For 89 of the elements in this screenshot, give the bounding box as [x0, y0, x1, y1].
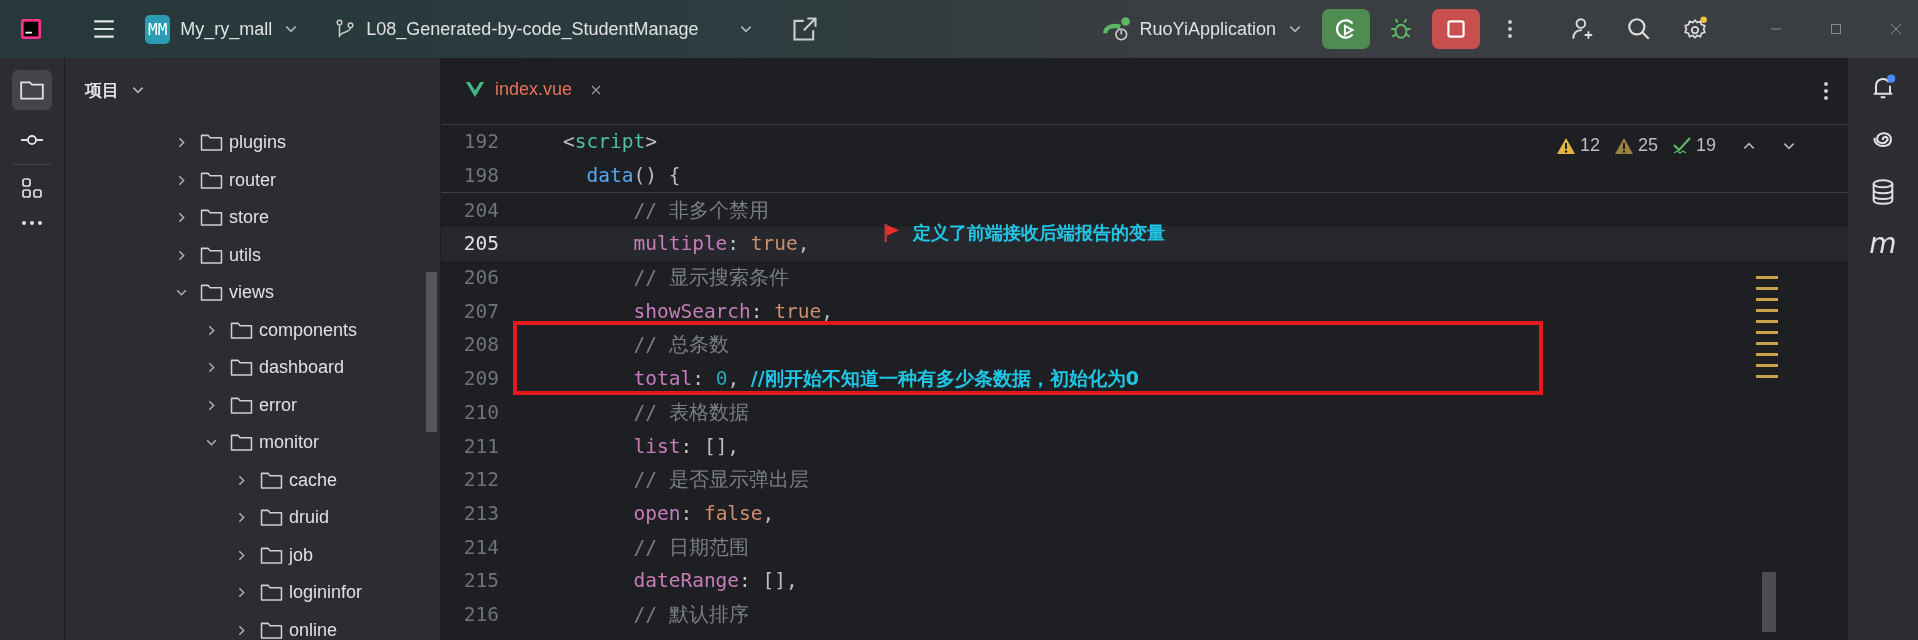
inspection-count[interactable]: 19 [1671, 135, 1716, 156]
line-number: 192 [462, 130, 499, 154]
code-line: open: false, [633, 501, 775, 525]
folder-icon [200, 133, 223, 153]
code-line: // 表格数据 [633, 399, 749, 426]
code-line: total: 0, //刚开始不知道一种有多少条数据，初始化为0 [633, 365, 1139, 392]
branch-name[interactable]: L08_Generated-by-code_StudentManage [366, 18, 699, 40]
maximize-icon[interactable] [1828, 21, 1844, 37]
app-logo-icon[interactable] [20, 18, 42, 40]
run-config-name[interactable]: RuoYiApplication [1139, 18, 1276, 40]
line-number: 213 [462, 501, 499, 525]
bug-icon[interactable] [1388, 16, 1414, 42]
tree-item[interactable]: router [229, 169, 277, 191]
tree-item[interactable]: utils [229, 244, 261, 266]
folder-icon [230, 358, 253, 378]
structure-icon[interactable] [20, 177, 44, 201]
folder-icon [260, 620, 283, 640]
folder-icon [200, 245, 223, 265]
tree-item[interactable]: store [229, 207, 270, 229]
folder-icon [260, 583, 283, 603]
warning-icon [1555, 136, 1576, 155]
project-badge: MM [145, 14, 171, 44]
close-icon[interactable] [590, 83, 603, 96]
run-config-icon [1101, 16, 1132, 42]
tree-item[interactable]: monitor [259, 432, 320, 454]
scrollbar-thumb[interactable] [426, 272, 437, 432]
line-number: 209 [462, 367, 499, 391]
tree-item[interactable]: plugins [229, 132, 287, 154]
code-line: // 是否显示弹出层 [633, 467, 809, 494]
tree-item[interactable]: logininfor [289, 582, 363, 604]
code-line: // 默认排序 [633, 601, 749, 628]
rerun-button[interactable] [1322, 9, 1370, 49]
tree-item[interactable]: error [259, 394, 297, 416]
code-line: showSearch: true, [633, 299, 834, 323]
code-line: dateRange: [], [633, 569, 798, 593]
tree-item[interactable]: dashboard [259, 357, 345, 379]
vue-file-icon [465, 81, 485, 98]
search-icon[interactable] [1626, 16, 1652, 42]
line-number: 215 [462, 569, 499, 593]
panel-title[interactable]: 项目 [85, 78, 119, 102]
code-line: list: [], [633, 434, 740, 458]
project-name[interactable]: My_ry_mall [180, 18, 273, 40]
line-number: 204 [462, 198, 499, 222]
file-tab[interactable]: index.vue [457, 58, 611, 124]
folder-icon [230, 433, 253, 453]
line-number: 207 [462, 299, 499, 323]
line-number: 208 [462, 333, 499, 357]
folder-icon [260, 508, 283, 528]
warning-icon [1613, 136, 1634, 155]
line-number: 198 [462, 164, 499, 188]
inspection-count[interactable]: 25 [1613, 135, 1658, 156]
tree-item[interactable]: druid [289, 507, 330, 529]
tree-item[interactable]: cache [289, 469, 338, 491]
annotation-text: 定义了前端接收后端报告的变量 [913, 221, 1165, 245]
close-icon[interactable] [1888, 21, 1904, 37]
tree-item[interactable]: online [289, 619, 338, 640]
line-number: 216 [462, 602, 499, 626]
check-icon [1671, 136, 1692, 155]
tree-item[interactable]: views [229, 282, 274, 304]
folder-icon [230, 320, 253, 340]
line-number: 214 [462, 535, 499, 559]
folder-icon [200, 170, 223, 190]
tree-item[interactable]: job [289, 544, 314, 566]
line-number: 206 [462, 266, 499, 290]
plugin-button[interactable]: m [1869, 230, 1897, 258]
line-number: 210 [462, 400, 499, 424]
line-number: 205 [462, 232, 499, 256]
project-tool-button[interactable] [12, 70, 52, 110]
folder-icon [230, 395, 253, 415]
scrollbar-thumb[interactable] [1762, 572, 1776, 632]
external-link-icon[interactable] [790, 15, 819, 43]
tree-item[interactable]: components [259, 319, 358, 341]
folder-icon [200, 283, 223, 303]
folder-icon [260, 470, 283, 490]
code-line: // 总条数 [633, 332, 729, 359]
code-line: data() { [586, 164, 681, 188]
code-line: <script> [563, 130, 657, 154]
line-number: 211 [462, 434, 499, 458]
folder-icon [200, 208, 223, 228]
flag-icon [883, 221, 901, 245]
code-line: multiple: true, [633, 232, 810, 256]
stop-button[interactable] [1432, 9, 1480, 49]
code-line: // 日期范围 [633, 534, 749, 561]
code-line: // 显示搜索条件 [633, 265, 789, 292]
line-number: 212 [462, 468, 499, 492]
more-icon[interactable] [20, 219, 44, 227]
code-line: // 非多个禁用 [633, 197, 769, 224]
folder-icon [260, 545, 283, 565]
inspection-count[interactable]: 12 [1555, 135, 1600, 156]
